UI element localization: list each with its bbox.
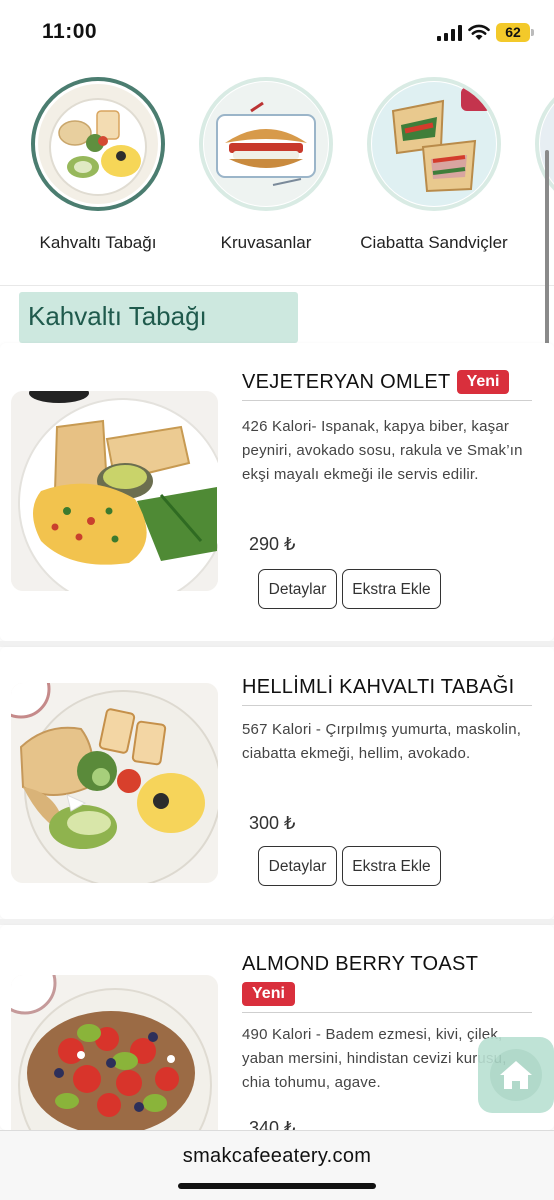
product-price: 340 ₺ [249,1118,296,1130]
product-price: 300 ₺ [249,813,296,833]
new-badge: Yeni [242,982,295,1006]
product-name: ALMOND BERRY TOAST [242,953,479,975]
home-indicator[interactable] [178,1183,376,1189]
category-carousel[interactable]: Kahvaltı Tabağı Kruvasanlar Ciabatta San… [0,72,554,286]
battery-level: 62 [496,23,530,42]
product-price: 290 ₺ [249,534,296,554]
product-name: VEJETERYAN OMLET [242,371,451,393]
details-button[interactable]: Detaylar [258,569,337,609]
status-bar: 11:00 62 [0,0,554,62]
product-title-row: ALMOND BERRY TOAST Yeni [242,953,532,1013]
category-label: Kahvaltı Tabağı [39,233,157,252]
add-extra-button[interactable]: Ekstra Ekle [342,569,441,609]
category-item-kruvasanlar[interactable]: Kruvasanlar [181,72,351,257]
cellular-signal-icon [437,25,462,41]
wifi-icon [468,24,490,40]
product-description: 567 Kalori - Çırpılmış yumurta, maskolin… [242,721,522,762]
category-item-ciabatta-sandvicler[interactable]: Ciabatta Sandviçler [349,72,519,257]
category-label: Ciabatta Sandviçler [360,233,508,252]
product-title-row: HELLİMLİ KAHVALTI TABAĞI [242,676,532,706]
product-card[interactable]: VEJETERYAN OMLET Yeni 426 Kalori- Ispanak… [0,343,554,641]
category-item-kahvalti-tabagi[interactable]: Kahvaltı Tabağı [13,72,183,257]
product-title-row: VEJETERYAN OMLET Yeni [242,370,532,401]
new-badge: Yeni [456,370,510,394]
category-image [199,77,333,211]
category-label: Kruvasanlar [220,233,312,252]
product-card[interactable]: HELLİMLİ KAHVALTI TABAĞI 567 Kalori - Çı… [0,647,554,919]
section-title: Kahvaltı Tabağı [19,292,298,343]
product-card[interactable]: ALMOND BERRY TOAST Yeni 490 Kalori - Bad… [0,925,554,1130]
details-button[interactable]: Detaylar [258,846,337,886]
product-image [11,975,218,1130]
browser-address-bar[interactable]: smakcafeeatery.com [0,1130,554,1200]
url-text[interactable]: smakcafeeatery.com [0,1145,554,1168]
product-description: 426 Kalori- Ispanak, kapya biber, kaşar … [242,418,523,483]
add-extra-button[interactable]: Ekstra Ekle [342,846,441,886]
category-image [31,77,165,211]
product-image [11,683,218,883]
product-name: HELLİMLİ KAHVALTI TABAĞI [242,676,515,698]
home-button[interactable] [478,1037,554,1113]
battery-cap [531,29,534,36]
home-icon [490,1049,542,1101]
product-image [11,391,218,591]
category-image [367,77,501,211]
status-time: 11:00 [42,20,98,43]
